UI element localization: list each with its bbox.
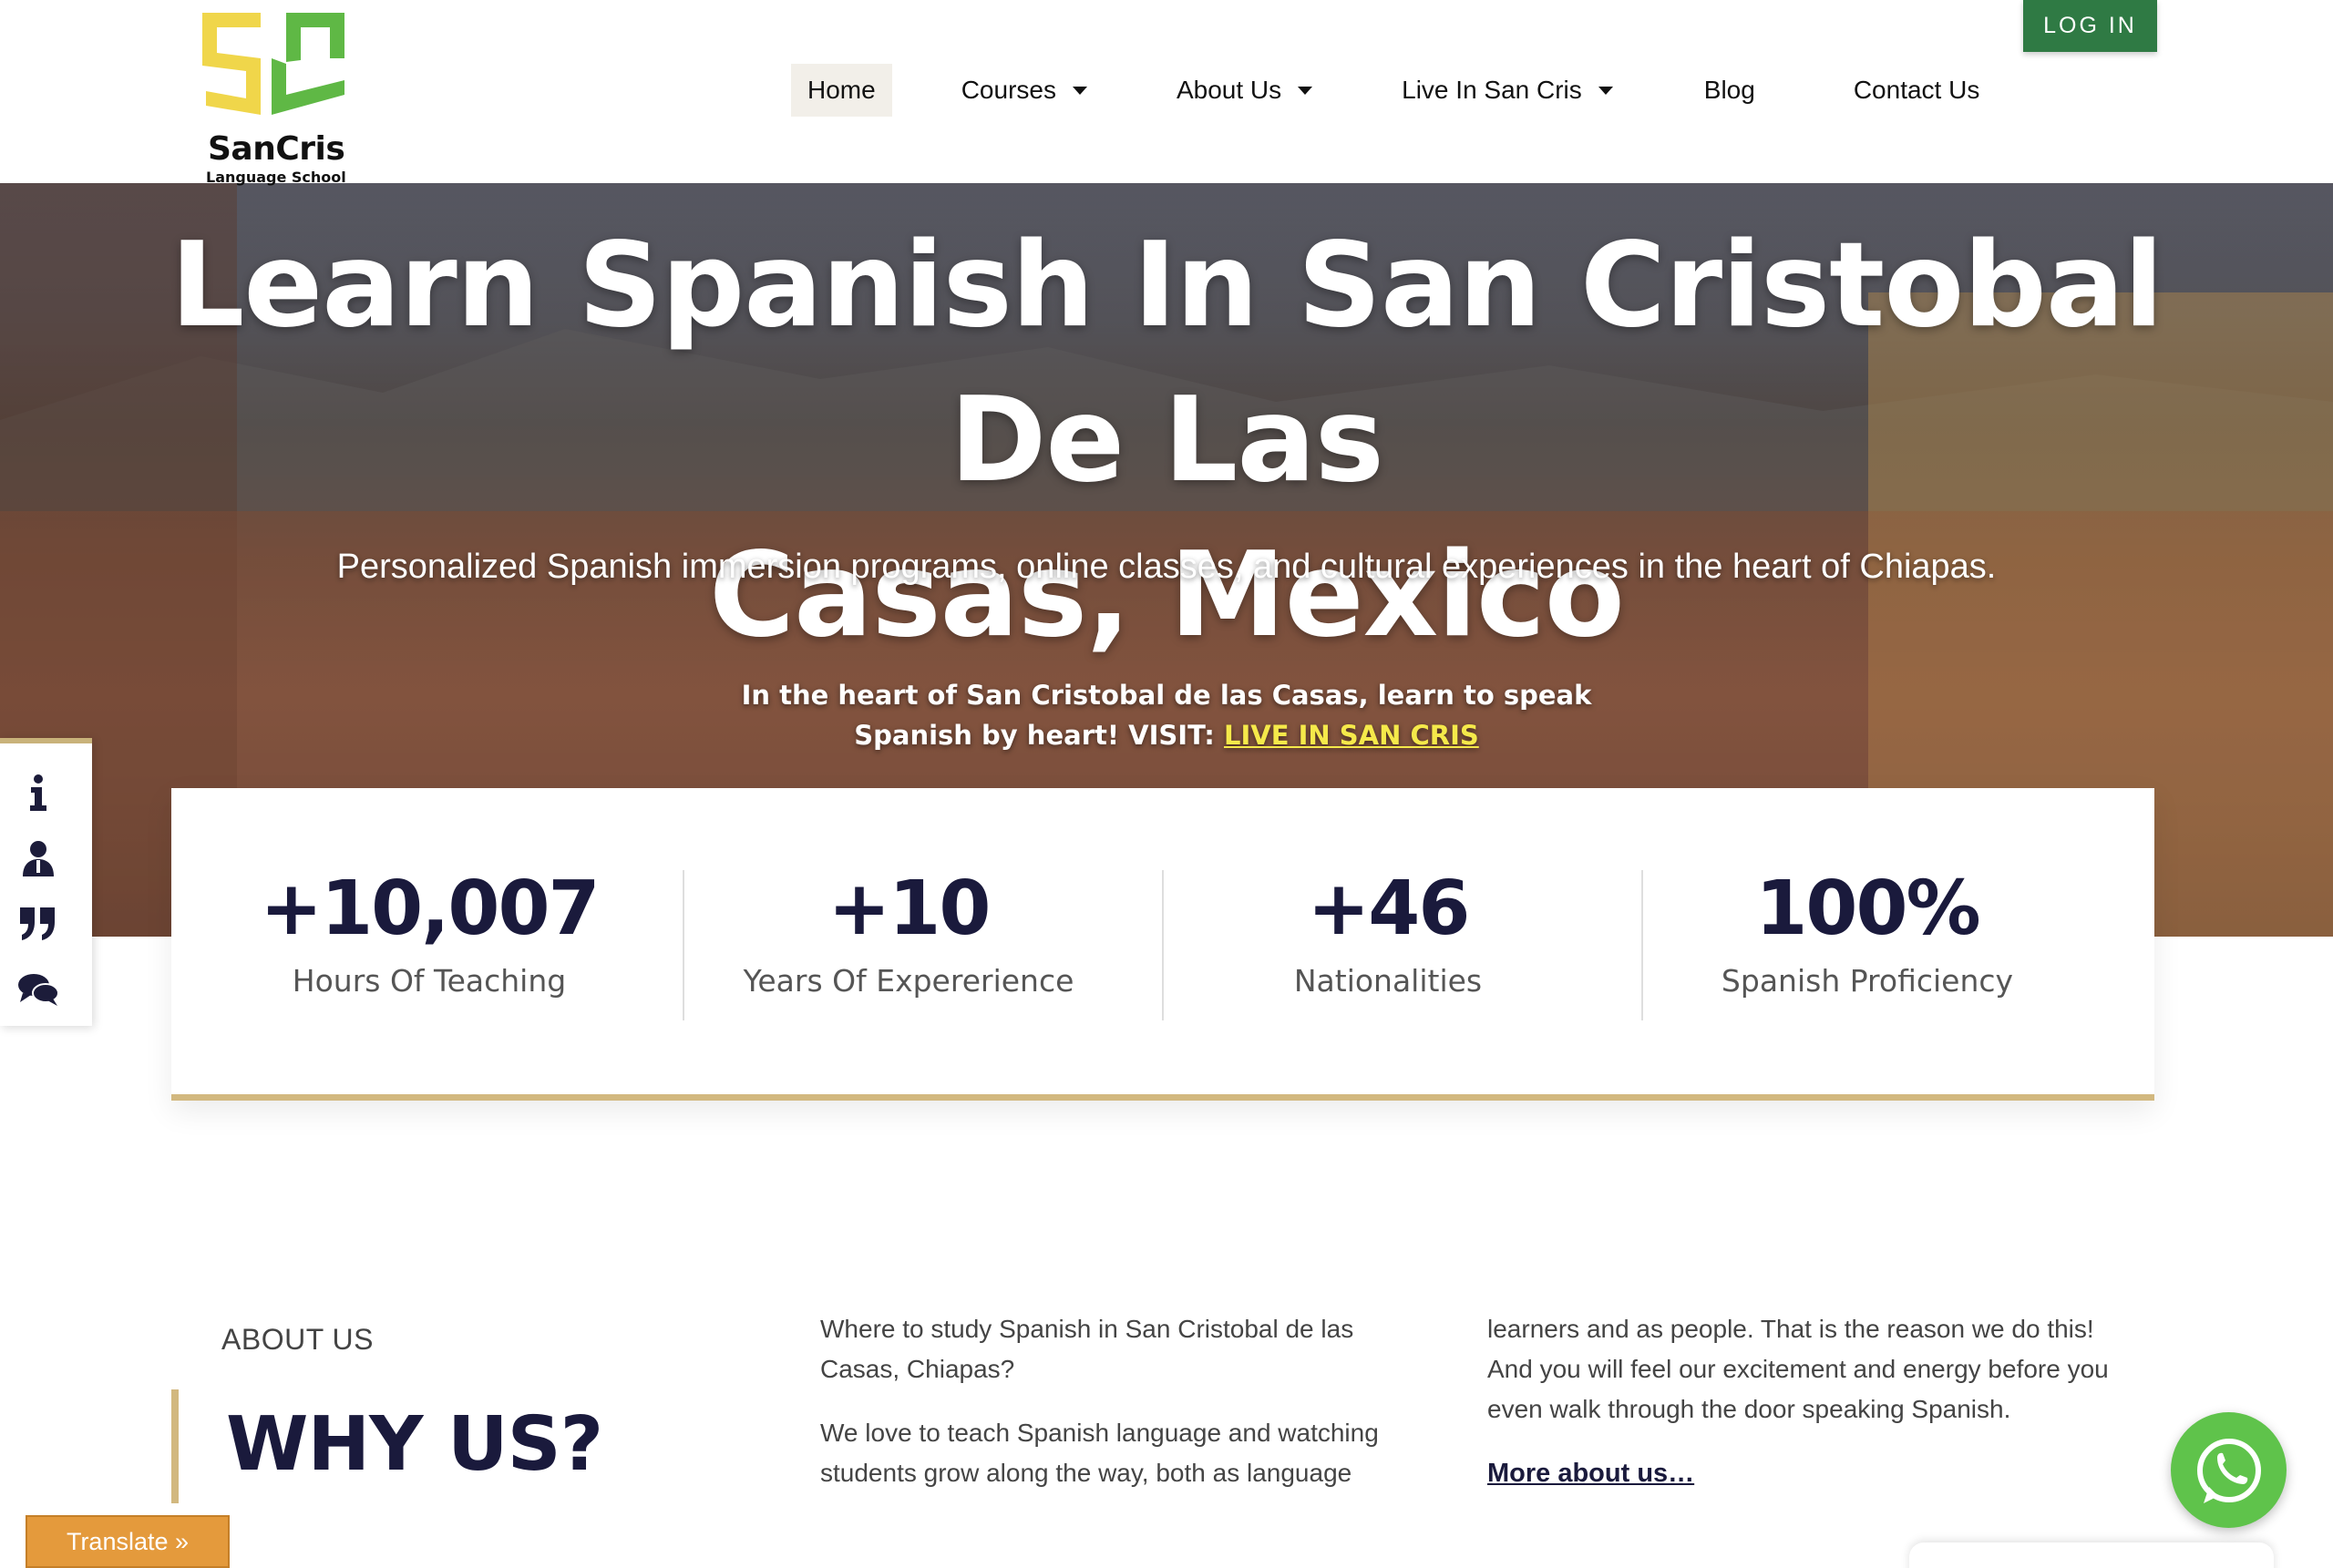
hero-note-line: Spanish by heart! VISIT: LIVE IN SAN CRI… — [711, 715, 1622, 755]
about-column-2: learners and as people. That is the reas… — [1487, 1309, 2125, 1493]
about-column-1: Where to study Spanish in San Cristobal … — [820, 1309, 1422, 1517]
stat-nationalities: +46 Nationalities — [1148, 788, 1628, 1094]
stat-hours: +10,007 Hours Of Teaching — [190, 788, 669, 1094]
hero-title: Learn Spanish In San Cristobal De Las Ca… — [109, 209, 2224, 673]
main-nav: Home Courses About Us Live In San Cris B… — [791, 64, 1996, 117]
nav-item-blog[interactable]: Blog — [1688, 64, 1772, 117]
user-icon[interactable] — [16, 836, 60, 880]
nav-label: Courses — [961, 76, 1056, 104]
more-about-us-link[interactable]: More about us… — [1487, 1459, 1694, 1488]
chat-icon[interactable] — [16, 968, 60, 1011]
nav-label: Home — [807, 76, 876, 104]
hero-title-line: Learn Spanish In San Cristobal De Las — [170, 218, 2163, 508]
about-title: WHY US? — [226, 1401, 603, 1488]
caret-down-icon — [1298, 86, 1313, 95]
stat-label: Hours Of Teaching — [292, 963, 567, 999]
nav-item-contact-us[interactable]: Contact Us — [1837, 64, 1997, 117]
about-kicker: ABOUT US — [221, 1323, 374, 1356]
nav-item-live-in-san-cris[interactable]: Live In San Cris — [1385, 64, 1629, 117]
nav-item-home[interactable]: Home — [791, 64, 892, 117]
nav-item-about-us[interactable]: About Us — [1160, 64, 1329, 117]
about-paragraph: We love to teach Spanish language and wa… — [820, 1419, 1379, 1487]
stats-panel: +10,007 Hours Of Teaching +10 Years Of E… — [171, 788, 2154, 1101]
stat-proficiency: 100% Spanish Proficiency — [1628, 788, 2107, 1094]
stat-label: Years Of Expererience — [743, 963, 1074, 999]
stat-value: 100% — [1755, 866, 1980, 952]
logo-name: SanCris — [208, 130, 345, 168]
hero-note-line: In the heart of San Cristobal de las Cas… — [741, 680, 1592, 711]
nav-item-courses[interactable]: Courses — [945, 64, 1104, 117]
stat-label: Nationalities — [1293, 963, 1483, 999]
caret-down-icon — [1072, 86, 1087, 95]
stat-value: +46 — [1307, 866, 1471, 952]
stat-label: Spanish Proficiency — [1721, 963, 2014, 999]
stat-value: +10,007 — [260, 866, 600, 952]
logo-tagline: Language School — [206, 169, 346, 186]
about-accent-bar — [171, 1389, 179, 1503]
nav-label: Blog — [1703, 76, 1755, 104]
about-paragraph: learners and as people. That is the reas… — [1487, 1315, 2109, 1423]
sancris-logo[interactable]: SanCris Language School — [197, 7, 352, 186]
translate-button[interactable]: Translate » — [26, 1515, 230, 1568]
about-paragraph: Where to study Spanish in San Cristobal … — [820, 1315, 1354, 1383]
side-toolbar — [0, 738, 92, 1026]
hero-note-text: Spanish by heart! VISIT: — [854, 720, 1224, 751]
stat-years: +10 Years Of Expererience — [669, 788, 1148, 1094]
nav-label: Live In San Cris — [1402, 76, 1582, 104]
caret-down-icon — [1598, 86, 1613, 95]
whatsapp-button[interactable] — [2171, 1412, 2287, 1528]
login-button[interactable]: LOG IN — [2023, 0, 2157, 52]
info-icon[interactable] — [16, 771, 60, 815]
nav-label: About Us — [1176, 76, 1282, 104]
site-header: SanCris Language School Home Courses Abo… — [0, 0, 2333, 186]
hero-title-line: Casas, Mexico — [709, 528, 1625, 663]
nav-label: Contact Us — [1853, 76, 1980, 104]
quote-icon[interactable] — [16, 902, 60, 946]
live-in-san-cris-link[interactable]: LIVE IN SAN CRIS — [1224, 720, 1479, 751]
chat-popup-card[interactable] — [1909, 1542, 2274, 1568]
whatsapp-icon — [2196, 1438, 2261, 1503]
stat-value: +10 — [827, 866, 992, 952]
hero-note: In the heart of San Cristobal de las Cas… — [711, 675, 1622, 755]
logo-mark-icon — [202, 13, 344, 115]
hero-subtitle: Personalized Spanish immersion programs,… — [336, 548, 1997, 586]
